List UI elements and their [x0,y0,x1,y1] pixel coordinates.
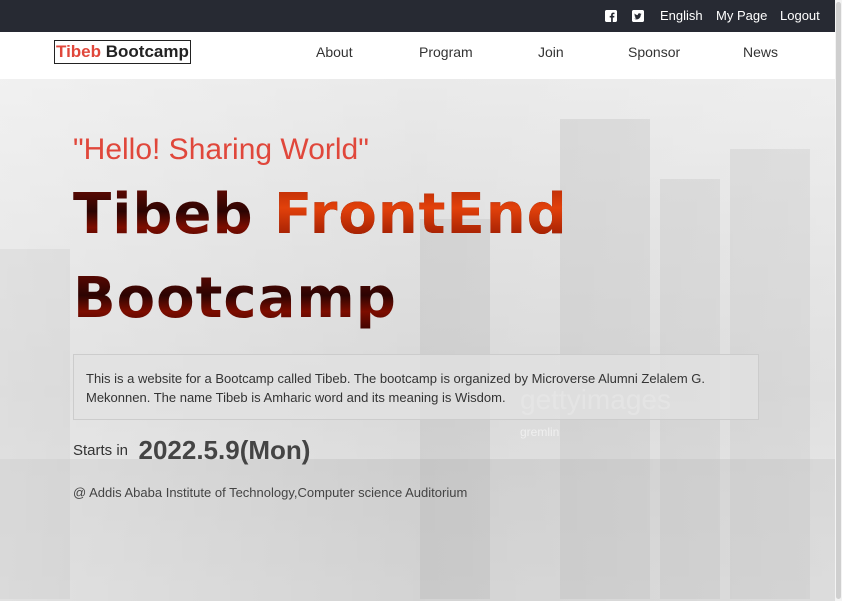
vertical-scrollbar[interactable] [835,0,842,601]
brand-name-second: Bootcamp [105,42,189,61]
hero-section: gettyimages gremlin "Hello! Sharing Worl… [0,79,835,601]
hero-description: This is a website for a Bootcamp called … [73,354,759,420]
headline-word-frontend: FrontEnd [274,182,568,247]
nav-link-about[interactable]: About [316,44,353,60]
starts-label: Starts in [73,442,129,459]
logout-link[interactable]: Logout [780,8,820,23]
hero-tagline: "Hello! Sharing World" [73,133,369,166]
nav-link-program[interactable]: Program [419,44,473,60]
hero-headline-line1: Tibeb FrontEnd [73,182,568,247]
hero-headline-line2: Bootcamp [73,266,397,331]
start-date-block: Starts in 2022.5.9(Mon) [73,435,310,466]
my-page-link[interactable]: My Page [716,8,767,23]
headline-word-tibeb: Tibeb [73,182,275,247]
nav-link-join[interactable]: Join [538,44,564,60]
twitter-icon[interactable] [632,10,644,22]
nav-link-news[interactable]: News [743,44,778,60]
scrollbar-thumb[interactable] [836,2,841,599]
facebook-icon[interactable] [605,10,617,22]
watermark-subtext: gremlin [520,425,560,439]
nav-link-sponsor[interactable]: Sponsor [628,44,680,60]
brand-logo[interactable]: Tibeb Bootcamp [54,40,191,64]
top-bar: English My Page Logout [0,0,835,32]
brand-name-first: Tibeb [56,42,102,61]
venue-text: @ Addis Ababa Institute of Technology,Co… [73,485,468,500]
language-link[interactable]: English [660,8,703,23]
main-navbar: Tibeb Bootcamp About Program Join Sponso… [0,32,835,79]
start-date: 2022.5.9(Mon) [138,435,311,465]
